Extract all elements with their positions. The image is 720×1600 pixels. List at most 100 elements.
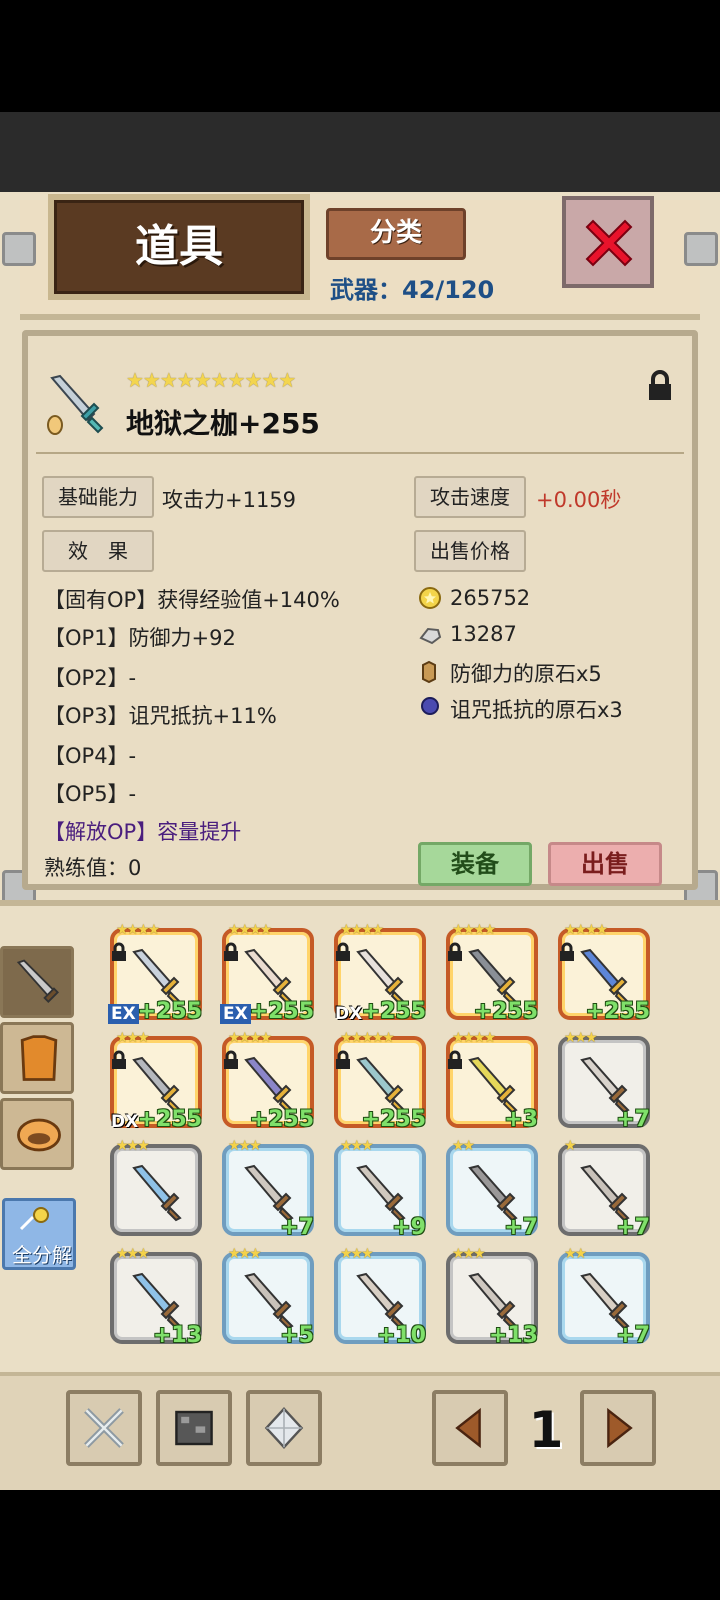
enhance-level: +255: [473, 999, 538, 1024]
inventory-slot[interactable]: ★★★★ DX +255: [334, 922, 426, 1024]
enhance-level: +7: [504, 1215, 538, 1240]
enhance-level: +13: [488, 1323, 538, 1348]
inventory-slot[interactable]: ★★★ +10: [334, 1246, 426, 1348]
slot-stars: ★★★★: [116, 922, 160, 938]
weapon-icon: [468, 1056, 518, 1114]
effect-label: 效 果: [42, 530, 154, 572]
weapon-icon: [356, 1164, 406, 1222]
inventory-slot[interactable]: ★★★★ +255: [222, 1030, 314, 1132]
slot-stars: ★★: [452, 1138, 475, 1154]
weapon-icon: [132, 1272, 182, 1330]
grade-badge: EX: [108, 1004, 139, 1024]
slot-stars: ★★★: [228, 1246, 262, 1262]
enhance-level: +255: [249, 999, 314, 1024]
weapon-icon: [132, 1164, 182, 1222]
grid-top-border: [0, 900, 720, 906]
weapon-icon: [580, 948, 630, 1006]
weapon-icon: [468, 1164, 518, 1222]
slot-stars: ★★★★: [564, 922, 608, 938]
inventory-slot[interactable]: ★★★ +5: [222, 1246, 314, 1348]
inventory-slot[interactable]: ★★★: [110, 1138, 202, 1236]
op-line: 【OP4】-: [44, 744, 137, 768]
title-plate: 道具: [48, 194, 310, 300]
slot-stars: ★★★★: [340, 922, 384, 938]
enhance-level: +255: [249, 1107, 314, 1132]
filter-material-button[interactable]: [156, 1390, 232, 1466]
filter-crystal-button[interactable]: [246, 1390, 322, 1466]
lock-icon: [448, 1050, 462, 1069]
inventory-slot[interactable]: ★★★★ EX +255: [108, 922, 202, 1024]
item-name: 地狱之枷+255: [126, 407, 320, 440]
filter-swords-button[interactable]: [66, 1390, 142, 1466]
category-button[interactable]: 分类: [326, 208, 466, 260]
weapon-icon: [356, 948, 406, 1006]
inventory-slot[interactable]: ★★ +7: [446, 1138, 538, 1240]
slot-stars: ★★★★: [452, 1030, 496, 1046]
inventory-slot[interactable]: ★★★ DX +255: [110, 1030, 202, 1132]
inventory-slot[interactable]: ★★★ +7: [222, 1138, 314, 1240]
slot-stars: ★★★: [452, 1246, 486, 1262]
weapon-icon: [244, 1056, 294, 1114]
grade-badge: DX: [111, 1112, 139, 1132]
enhance-level: +13: [152, 1323, 202, 1348]
top-dark-band: [0, 112, 720, 192]
slot-stars: ★★★: [116, 1246, 150, 1262]
prev-page-button[interactable]: [432, 1390, 508, 1466]
attack-speed-value: +0.00秒: [536, 488, 622, 512]
crossed-swords-icon: [84, 1408, 124, 1448]
curse-stone-icon: [421, 697, 439, 715]
enhance-level: +255: [361, 999, 426, 1024]
inventory-slot[interactable]: ★★★ +9: [334, 1138, 426, 1240]
slot-stars: ★★: [564, 1246, 587, 1262]
grade-badge: EX: [220, 1004, 251, 1024]
enhance-level: +255: [137, 1107, 202, 1132]
tab-accessory[interactable]: [0, 1098, 74, 1170]
slot-stars: ★★★★: [452, 922, 496, 938]
inventory-slot[interactable]: ★★★★ +255: [558, 922, 650, 1024]
inventory-slot[interactable]: ★★ +7: [558, 1246, 650, 1348]
enhance-level: +7: [616, 1107, 650, 1132]
enhance-level: +10: [376, 1323, 426, 1348]
inventory-slot[interactable]: ★★★★ +255: [446, 922, 538, 1024]
sell-button[interactable]: 出售: [548, 842, 662, 886]
next-page-button[interactable]: [580, 1390, 656, 1466]
disassemble-all-button[interactable]: 全分解: [2, 1198, 76, 1270]
inventory-slot[interactable]: ★ +7: [558, 1138, 650, 1240]
lock-icon: [336, 942, 350, 961]
base-ability-value: 攻击力+1159: [162, 488, 297, 512]
weapon-icon: [580, 1056, 630, 1114]
enhance-level: +255: [361, 1107, 426, 1132]
weapon-icon: [132, 1056, 182, 1114]
weapon-icon: [244, 1164, 294, 1222]
arrow-left-icon: [455, 1407, 481, 1449]
base-ability-label: 基础能力: [42, 476, 154, 518]
weapon-icon: [468, 948, 518, 1006]
inventory-slot[interactable]: ★★★ +13: [110, 1246, 202, 1348]
weapon-icon: [132, 948, 182, 1006]
lock-icon: [112, 1050, 126, 1069]
op-line: 【OP3】诅咒抵抗+11%: [44, 704, 277, 728]
slot-stars: ★★★: [340, 1138, 374, 1154]
tab-weapons[interactable]: [0, 946, 74, 1018]
equip-button[interactable]: 装备: [418, 842, 532, 886]
lock-icon: [336, 1050, 350, 1069]
weapon-icon: [244, 1272, 294, 1330]
tab-armor[interactable]: [0, 1022, 74, 1094]
slot-stars: ★★★: [340, 1246, 374, 1262]
weapon-icon: [580, 1272, 630, 1330]
inventory-slot[interactable]: ★★★ +7: [558, 1030, 650, 1132]
inventory-slot[interactable]: ★★★★ +3: [446, 1030, 538, 1132]
lock-icon[interactable]: [646, 370, 674, 402]
op-line: 【OP5】-: [44, 782, 137, 806]
item-grid: ★★★★ EX +255 ★★★★ EX +255 ★★★★ DX +255 ★★★★ +255 ★★…: [108, 920, 670, 1360]
inventory-slot[interactable]: ★★★★★ +255: [334, 1030, 426, 1132]
inventory-slot[interactable]: ★★★ +13: [446, 1246, 538, 1348]
weapon-icon: [244, 948, 294, 1006]
close-button[interactable]: [562, 196, 654, 288]
price-gold: 265752: [450, 586, 531, 610]
enhance-level: +9: [392, 1215, 426, 1240]
crystal-icon: [264, 1407, 304, 1449]
inventory-slot[interactable]: ★★★★ EX +255: [220, 922, 314, 1024]
op-line: 【OP2】-: [44, 666, 137, 690]
frame-bolt: [684, 232, 718, 266]
